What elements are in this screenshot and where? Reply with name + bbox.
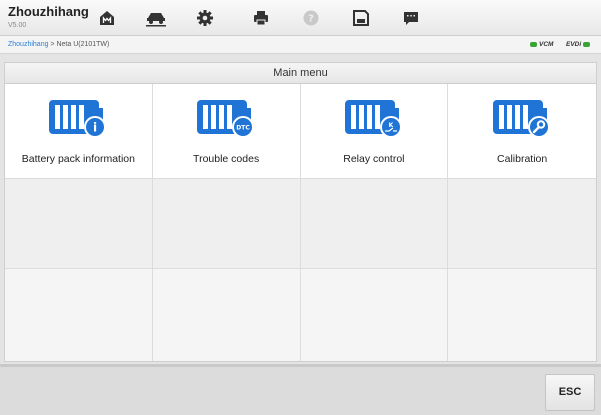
save-icon (352, 10, 369, 26)
esc-button[interactable]: ESC (545, 374, 595, 411)
empty-menu-slot (152, 269, 301, 361)
breadcrumb-current: Neta U(2101TW) (56, 41, 110, 48)
breadcrumb-link[interactable]: Zhouzhihang (8, 41, 48, 48)
battery-info-icon: i (49, 100, 107, 138)
print-button[interactable] (236, 4, 285, 32)
connection-status-icon (530, 42, 537, 47)
app-version: V5.00 (8, 22, 27, 29)
connection-status-icon (583, 42, 591, 47)
empty-menu-slot (5, 269, 153, 361)
menu-item-battery-pack-information[interactable]: i Battery pack information (5, 84, 153, 179)
message-button[interactable] (386, 4, 435, 32)
empty-menu-slot (152, 179, 301, 269)
empty-menu-slot (448, 179, 596, 269)
vehicle-lift-icon (145, 13, 166, 27)
main-menu-title: Main menu (5, 63, 596, 84)
help-icon: ? (303, 10, 318, 26)
print-icon (253, 11, 268, 26)
breadcrumb-bar: Zhouzhihang > Neta U(2101TW) VCM EVDi (0, 36, 601, 54)
help-button[interactable]: ? (286, 4, 335, 32)
vcm-status: VCM (530, 40, 553, 49)
bottom-bar: ESC (0, 364, 601, 415)
settings-button[interactable] (180, 4, 229, 32)
message-icon (403, 12, 418, 25)
empty-menu-slot (5, 179, 153, 269)
main-menu-grid: i Battery pack information DTC Trouble c… (5, 84, 596, 361)
svg-text:i: i (93, 121, 97, 135)
save-button[interactable] (336, 4, 385, 32)
home-button[interactable] (82, 4, 131, 32)
menu-item-label: Relay control (343, 153, 405, 165)
menu-item-relay-control[interactable]: K Relay control (300, 84, 449, 179)
vehicle-lift-button[interactable] (131, 4, 180, 32)
empty-menu-slot (448, 269, 596, 361)
battery-wrench-icon (493, 100, 551, 138)
svg-text:?: ? (308, 14, 314, 25)
menu-item-label: Battery pack information (21, 153, 135, 165)
menu-item-label: Calibration (497, 153, 548, 165)
svg-text:DTC: DTC (236, 125, 250, 132)
top-toolbar: Zhouzhihang V5.00 ? (0, 0, 601, 36)
battery-relay-icon: K (344, 100, 402, 138)
evdi-label: EVDi (566, 41, 582, 48)
evdi-status: EVDi (566, 40, 591, 49)
menu-item-calibration[interactable]: Calibration (448, 84, 596, 179)
empty-menu-slot (300, 179, 449, 269)
home-icon (99, 11, 114, 25)
battery-dtc-icon: DTC (197, 100, 255, 138)
main-menu-panel: Main menu i Battery pack information DTC… (4, 62, 597, 362)
vcm-label: VCM (539, 41, 554, 48)
app-title: Zhouzhihang (8, 4, 89, 19)
breadcrumb: Zhouzhihang > Neta U(2101TW) (8, 40, 109, 49)
settings-gear-icon (196, 10, 213, 26)
menu-item-label: Trouble codes (193, 153, 260, 165)
menu-item-trouble-codes[interactable]: DTC Trouble codes (152, 84, 301, 179)
empty-menu-slot (300, 269, 449, 361)
